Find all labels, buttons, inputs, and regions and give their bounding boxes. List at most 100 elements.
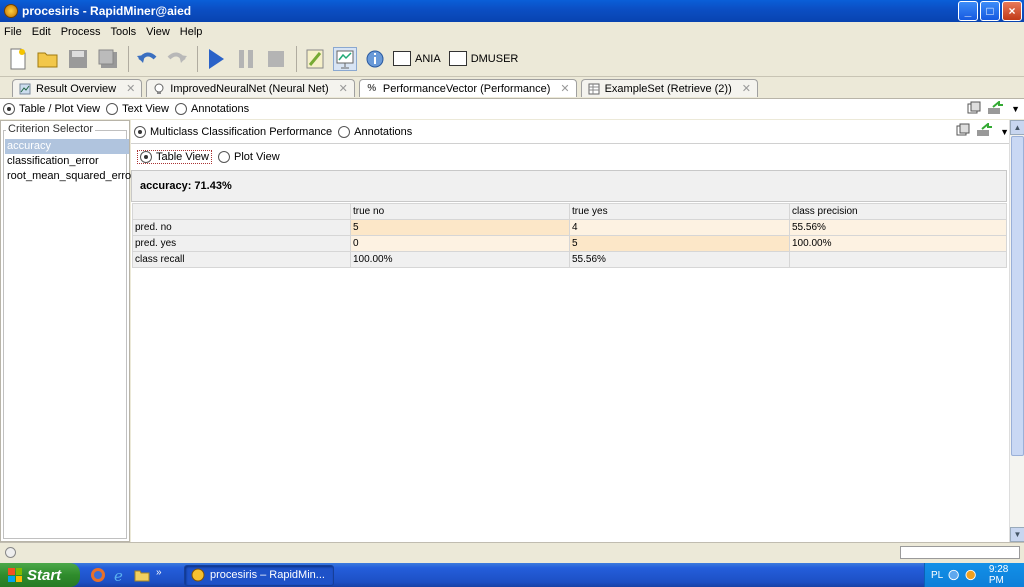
radio-label: Annotations xyxy=(191,103,250,115)
table-row: pred. yes 0 5 100.00% xyxy=(132,235,1007,252)
mode-multiclass[interactable]: Multiclass Classification Performance xyxy=(134,125,332,138)
mode-annotations[interactable]: Annotations xyxy=(338,125,412,138)
close-tab-icon[interactable]: ✕ xyxy=(742,82,751,95)
result-perspective-icon[interactable] xyxy=(333,46,357,71)
tab-neural-net[interactable]: ImprovedNeuralNet (Neural Net) ✕ xyxy=(146,79,355,97)
view-mode-table-plot[interactable]: Table / Plot View xyxy=(3,103,100,115)
view-table[interactable]: Table View xyxy=(137,150,212,164)
tray-back-icon[interactable] xyxy=(948,569,960,581)
title-bar: procesiris - RapidMiner@aied _ □ × xyxy=(0,0,1024,22)
rapidminer-app-icon xyxy=(4,4,18,18)
criterion-item-rmse[interactable]: root_mean_squared_error xyxy=(5,169,135,184)
close-tab-icon[interactable]: ✕ xyxy=(339,82,348,95)
minimize-button[interactable]: _ xyxy=(958,1,978,21)
tab-example-set[interactable]: ExampleSet (Retrieve (2)) ✕ xyxy=(580,79,758,97)
open-icon[interactable] xyxy=(36,47,60,71)
menu-edit[interactable]: Edit xyxy=(32,26,51,38)
scroll-up-icon[interactable]: ▲ xyxy=(1010,120,1024,135)
scroll-down-icon[interactable]: ▼ xyxy=(1010,527,1024,542)
windows-taskbar: Start e » procesiris – RapidMin... PL 9:… xyxy=(0,563,1024,587)
close-tab-icon[interactable]: ✕ xyxy=(560,82,569,95)
restore-view-icon[interactable] xyxy=(967,101,981,118)
export-icon[interactable] xyxy=(976,121,994,140)
row-header-cell: class recall xyxy=(132,251,351,268)
status-indicator-icon xyxy=(5,547,16,558)
save-as-icon[interactable] xyxy=(96,47,120,71)
mode-actions: ▼ xyxy=(956,121,1009,140)
radio-button[interactable] xyxy=(175,103,187,115)
close-button[interactable]: × xyxy=(1002,1,1022,21)
tab-result-overview[interactable]: Result Overview ✕ xyxy=(12,79,143,97)
radio-button[interactable] xyxy=(338,125,351,138)
internet-explorer-icon[interactable]: e xyxy=(112,567,128,585)
table-cell: 4 xyxy=(569,219,790,236)
menu-help[interactable]: Help xyxy=(180,26,203,38)
pause-icon[interactable] xyxy=(234,47,258,71)
perspective-ania[interactable]: ANIA xyxy=(393,51,441,66)
header-cell xyxy=(132,203,351,220)
table-row: class recall 100.00% 55.56% xyxy=(132,251,1007,268)
firefox-icon[interactable] xyxy=(90,567,106,583)
expand-quick-launch-icon[interactable]: » xyxy=(156,567,166,583)
radio-button[interactable] xyxy=(3,103,15,115)
radio-label: Plot View xyxy=(234,151,280,163)
menu-tools[interactable]: Tools xyxy=(110,26,136,38)
save-icon[interactable] xyxy=(66,47,90,71)
perspective-dmuser-label: DMUSER xyxy=(470,52,519,65)
scrollbar-thumb[interactable] xyxy=(1011,136,1024,456)
tab-performance-vector[interactable]: % PerformanceVector (Performance) ✕ xyxy=(358,79,577,97)
view-plot[interactable]: Plot View xyxy=(218,151,280,163)
system-tray: PL 9:28 PM xyxy=(924,563,1024,587)
view-mode-annotations[interactable]: Annotations xyxy=(175,103,249,115)
table-cell xyxy=(789,251,1007,268)
taskbar-item-rapidminer[interactable]: procesiris – RapidMin... xyxy=(184,564,334,586)
language-indicator[interactable]: PL xyxy=(931,570,943,581)
new-icon[interactable] xyxy=(6,47,30,71)
restore-view-icon[interactable] xyxy=(956,123,970,140)
radio-label: Table / Plot View xyxy=(19,103,101,115)
close-tab-icon[interactable]: ✕ xyxy=(126,82,135,95)
menu-process[interactable]: Process xyxy=(61,26,101,38)
radio-button[interactable] xyxy=(140,151,152,163)
radio-button[interactable] xyxy=(106,103,119,115)
table-cell: 100.00% xyxy=(350,251,570,268)
undo-icon[interactable] xyxy=(135,47,159,71)
windows-logo-icon xyxy=(8,568,22,582)
status-bar xyxy=(0,542,1024,562)
run-icon[interactable] xyxy=(204,47,228,71)
perspective-dmuser-checkbox[interactable] xyxy=(448,51,467,66)
export-icon[interactable] xyxy=(987,99,1005,118)
perspective-ania-label: ANIA xyxy=(415,52,441,65)
menu-view[interactable]: View xyxy=(146,26,170,38)
toolbar-separator xyxy=(128,45,129,72)
design-perspective-icon[interactable] xyxy=(303,47,327,71)
start-label: Start xyxy=(27,566,62,584)
criterion-item-classification-error[interactable]: classification_error xyxy=(5,154,129,169)
criterion-item-accuracy[interactable]: accuracy xyxy=(5,139,129,154)
toolbar-separator xyxy=(197,45,198,72)
start-button[interactable]: Start xyxy=(0,563,80,587)
criterion-list: accuracy classification_error root_mean_… xyxy=(5,139,135,184)
view-mode-text[interactable]: Text View xyxy=(106,103,169,115)
table-cell: 0 xyxy=(350,235,570,252)
maximize-button[interactable]: □ xyxy=(980,1,1000,21)
menu-file[interactable]: File xyxy=(4,26,22,38)
redo-icon[interactable] xyxy=(165,47,189,71)
chevron-down-icon[interactable]: ▼ xyxy=(1011,104,1020,114)
radio-button[interactable] xyxy=(134,125,146,138)
vertical-scrollbar[interactable]: ▲ ▼ xyxy=(1009,120,1024,542)
svg-text:e: e xyxy=(114,567,123,583)
quick-launch: e » xyxy=(90,567,166,585)
tray-app-icon[interactable] xyxy=(965,569,976,581)
chevron-down-icon[interactable]: ▼ xyxy=(1000,127,1009,137)
criterion-selector-panel: Criterion Selector accuracy classificati… xyxy=(0,120,135,542)
perspective-ania-checkbox[interactable] xyxy=(393,51,411,66)
folder-icon[interactable] xyxy=(134,567,150,583)
perspective-dmuser[interactable]: DMUSER xyxy=(448,51,519,66)
bulb-icon xyxy=(153,83,165,95)
stop-icon[interactable] xyxy=(264,47,288,71)
radio-button[interactable] xyxy=(218,151,230,163)
table-cell: 55.56% xyxy=(789,219,1007,236)
table-row: pred. no 5 4 55.56% xyxy=(132,219,1007,236)
welcome-perspective-icon[interactable] xyxy=(363,47,387,71)
